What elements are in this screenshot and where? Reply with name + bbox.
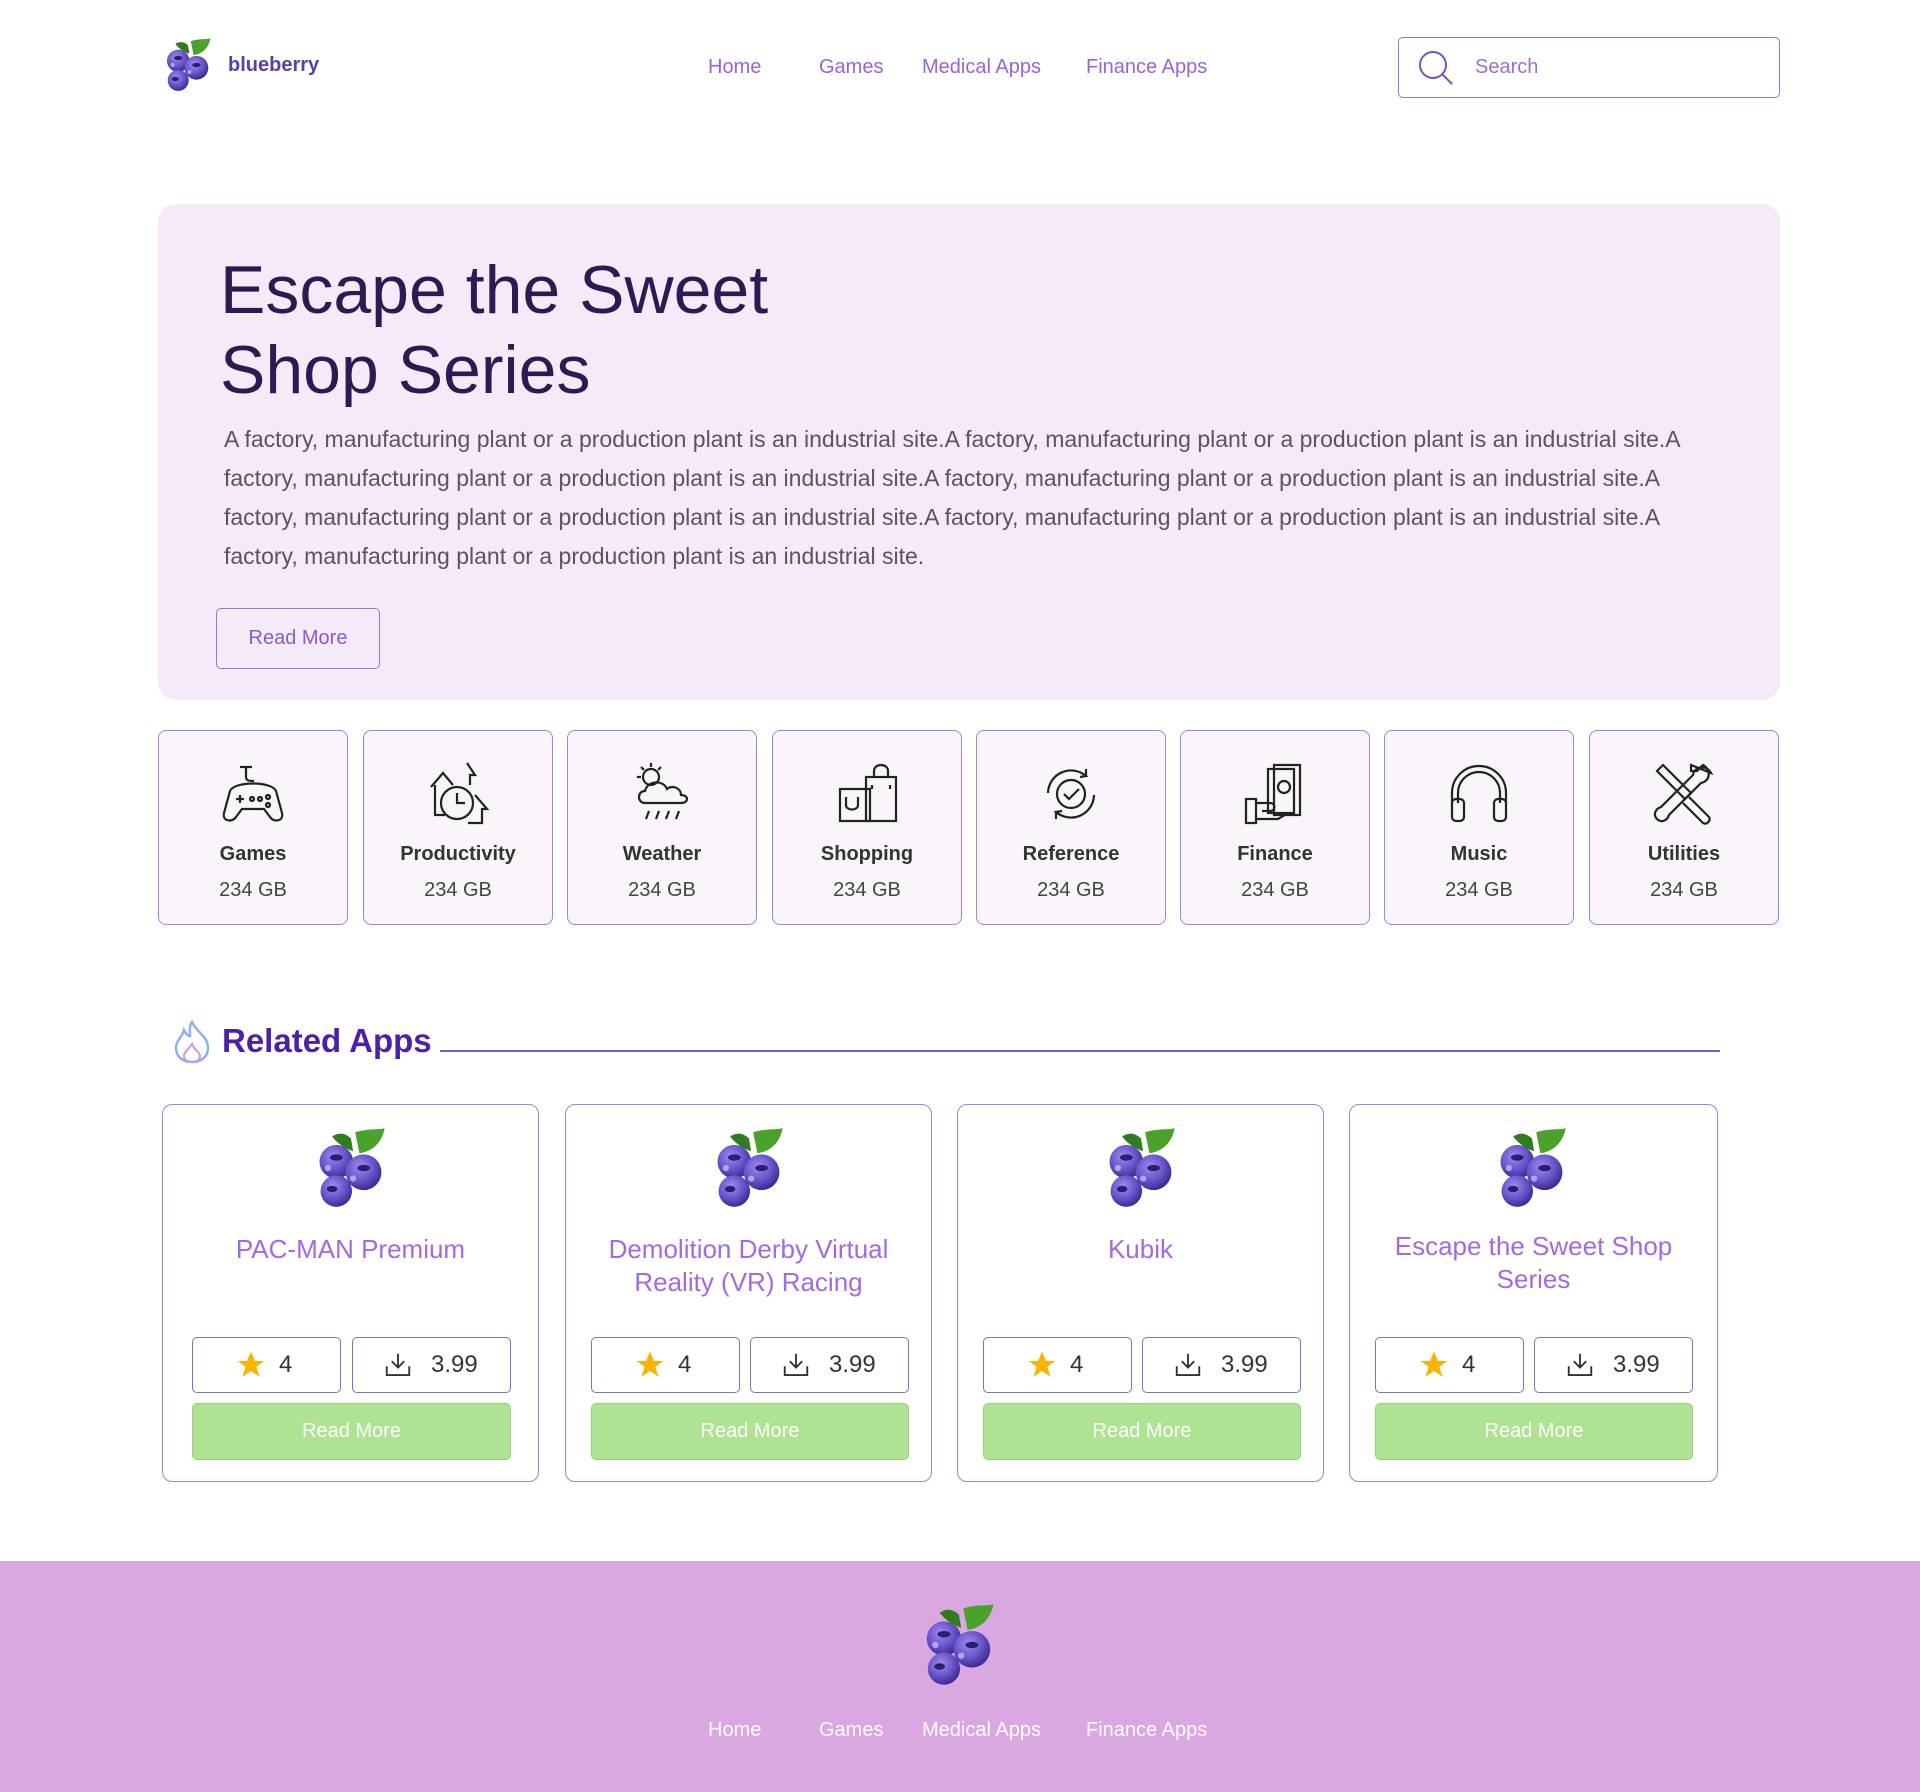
category-size: 234 GB bbox=[219, 879, 287, 901]
nav-games[interactable]: Games bbox=[819, 56, 883, 79]
blueberry-icon bbox=[1490, 1125, 1574, 1211]
category-name: Reference bbox=[1022, 843, 1120, 865]
nav-medical-apps[interactable]: Medical Apps bbox=[922, 56, 1041, 79]
search-icon bbox=[1419, 50, 1453, 85]
nav-home[interactable]: Home bbox=[708, 56, 761, 79]
brand-name: blueberry bbox=[228, 53, 320, 76]
rating-value: 4 bbox=[279, 1351, 293, 1378]
search-box[interactable] bbox=[1398, 37, 1780, 98]
app-title: PAC-MAN Premium bbox=[235, 1234, 466, 1264]
app-title: Kubik bbox=[1107, 1234, 1174, 1264]
price-value: 3.99 bbox=[1221, 1351, 1268, 1378]
blueberry-icon bbox=[309, 1125, 393, 1211]
category-size: 234 GB bbox=[833, 879, 901, 901]
rating-pill: 4 bbox=[192, 1337, 341, 1393]
star-icon bbox=[1420, 1351, 1448, 1377]
category-size: 234 GB bbox=[1445, 879, 1513, 901]
category-weather[interactable]: Weather 234 GB bbox=[567, 730, 757, 925]
star-icon bbox=[636, 1351, 664, 1377]
category-reference[interactable]: Reference 234 GB bbox=[976, 730, 1166, 925]
category-size: 234 GB bbox=[424, 879, 492, 901]
price-value: 3.99 bbox=[431, 1351, 478, 1378]
star-icon bbox=[1028, 1351, 1056, 1377]
app-title: Escape the Sweet Shop Series bbox=[1394, 1231, 1673, 1294]
app-card[interactable]: Demolition Derby Virtual Reality (VR) Ra… bbox=[565, 1104, 932, 1482]
refresh-check-icon bbox=[1046, 769, 1096, 819]
app-card[interactable]: Escape the Sweet Shop Series 4 3.99 Read… bbox=[1349, 1104, 1718, 1482]
read-more-button[interactable]: Read More bbox=[192, 1403, 511, 1460]
app-card[interactable]: PAC-MAN Premium 4 3.99 Read More bbox=[162, 1104, 539, 1482]
download-icon bbox=[1567, 1353, 1593, 1376]
category-shopping[interactable]: Shopping 234 GB bbox=[772, 730, 962, 925]
footer-nav-medical-apps[interactable]: Medical Apps bbox=[922, 1719, 1041, 1742]
related-apps-heading: Related Apps bbox=[222, 1022, 432, 1059]
category-games[interactable]: Games 234 GB bbox=[158, 730, 348, 925]
app-title: Demolition Derby Virtual Reality (VR) Ra… bbox=[608, 1234, 889, 1297]
flame-icon bbox=[174, 1020, 210, 1064]
category-size: 234 GB bbox=[1650, 879, 1718, 901]
category-name: Games bbox=[219, 843, 287, 865]
footer-nav-home[interactable]: Home bbox=[708, 1719, 761, 1742]
price-value: 3.99 bbox=[829, 1351, 876, 1378]
rating-value: 4 bbox=[678, 1351, 692, 1378]
search-input[interactable] bbox=[1475, 56, 1755, 79]
download-icon bbox=[1175, 1353, 1201, 1376]
headphones-icon bbox=[1450, 764, 1508, 823]
download-icon bbox=[385, 1353, 411, 1376]
productivity-icon bbox=[430, 762, 490, 825]
price-pill: 3.99 bbox=[1534, 1337, 1693, 1393]
footer-nav-finance-apps[interactable]: Finance Apps bbox=[1086, 1719, 1207, 1742]
app-card[interactable]: Kubik 4 3.99 Read More bbox=[957, 1104, 1324, 1482]
category-name: Weather bbox=[622, 843, 702, 865]
category-name: Utilities bbox=[1647, 843, 1721, 865]
blueberry-icon bbox=[916, 1600, 1002, 1690]
category-size: 234 GB bbox=[1241, 879, 1309, 901]
blueberry-icon bbox=[1099, 1125, 1183, 1211]
hero-title: Escape the Sweet Shop Series bbox=[220, 250, 860, 410]
star-icon bbox=[237, 1351, 265, 1377]
section-divider bbox=[440, 1050, 1720, 1052]
shopping-bag-icon bbox=[838, 763, 898, 823]
price-pill: 3.99 bbox=[750, 1337, 909, 1393]
weather-icon bbox=[637, 763, 689, 820]
category-size: 234 GB bbox=[1037, 879, 1105, 901]
rating-value: 4 bbox=[1462, 1351, 1476, 1378]
footer-nav-games[interactable]: Games bbox=[819, 1719, 883, 1742]
category-name: Music bbox=[1450, 843, 1508, 865]
blueberry-icon bbox=[160, 36, 216, 94]
rating-pill: 4 bbox=[591, 1337, 740, 1393]
tools-icon bbox=[1653, 763, 1714, 825]
category-name: Shopping bbox=[820, 843, 914, 865]
rating-value: 4 bbox=[1070, 1351, 1084, 1378]
hero-title-line1: Escape the Sweet bbox=[220, 252, 769, 328]
category-finance[interactable]: Finance 234 GB bbox=[1180, 730, 1370, 925]
price-pill: 3.99 bbox=[1142, 1337, 1301, 1393]
money-hand-icon bbox=[1244, 763, 1302, 825]
hero-read-more-button[interactable]: Read More bbox=[216, 608, 380, 669]
read-more-button[interactable]: Read More bbox=[1375, 1403, 1693, 1460]
category-size: 234 GB bbox=[628, 879, 696, 901]
category-name: Productivity bbox=[400, 843, 516, 865]
download-icon bbox=[783, 1353, 809, 1376]
blueberry-icon bbox=[707, 1125, 791, 1211]
hero-description: A factory, manufacturing plant or a prod… bbox=[224, 426, 1680, 569]
category-productivity[interactable]: Productivity 234 GB bbox=[363, 730, 553, 925]
brand-logo[interactable]: blueberry bbox=[160, 36, 319, 94]
price-value: 3.99 bbox=[1613, 1351, 1660, 1378]
read-more-button[interactable]: Read More bbox=[983, 1403, 1301, 1460]
read-more-button[interactable]: Read More bbox=[591, 1403, 909, 1460]
price-pill: 3.99 bbox=[352, 1337, 511, 1393]
rating-pill: 4 bbox=[1375, 1337, 1524, 1393]
category-utilities[interactable]: Utilities 234 GB bbox=[1589, 730, 1779, 925]
category-music[interactable]: Music 234 GB bbox=[1384, 730, 1574, 925]
rating-pill: 4 bbox=[983, 1337, 1132, 1393]
nav-finance-apps[interactable]: Finance Apps bbox=[1086, 56, 1207, 79]
hero-title-line2: Shop Series bbox=[220, 332, 591, 408]
category-name: Finance bbox=[1237, 843, 1313, 865]
gamepad-icon bbox=[222, 765, 284, 822]
